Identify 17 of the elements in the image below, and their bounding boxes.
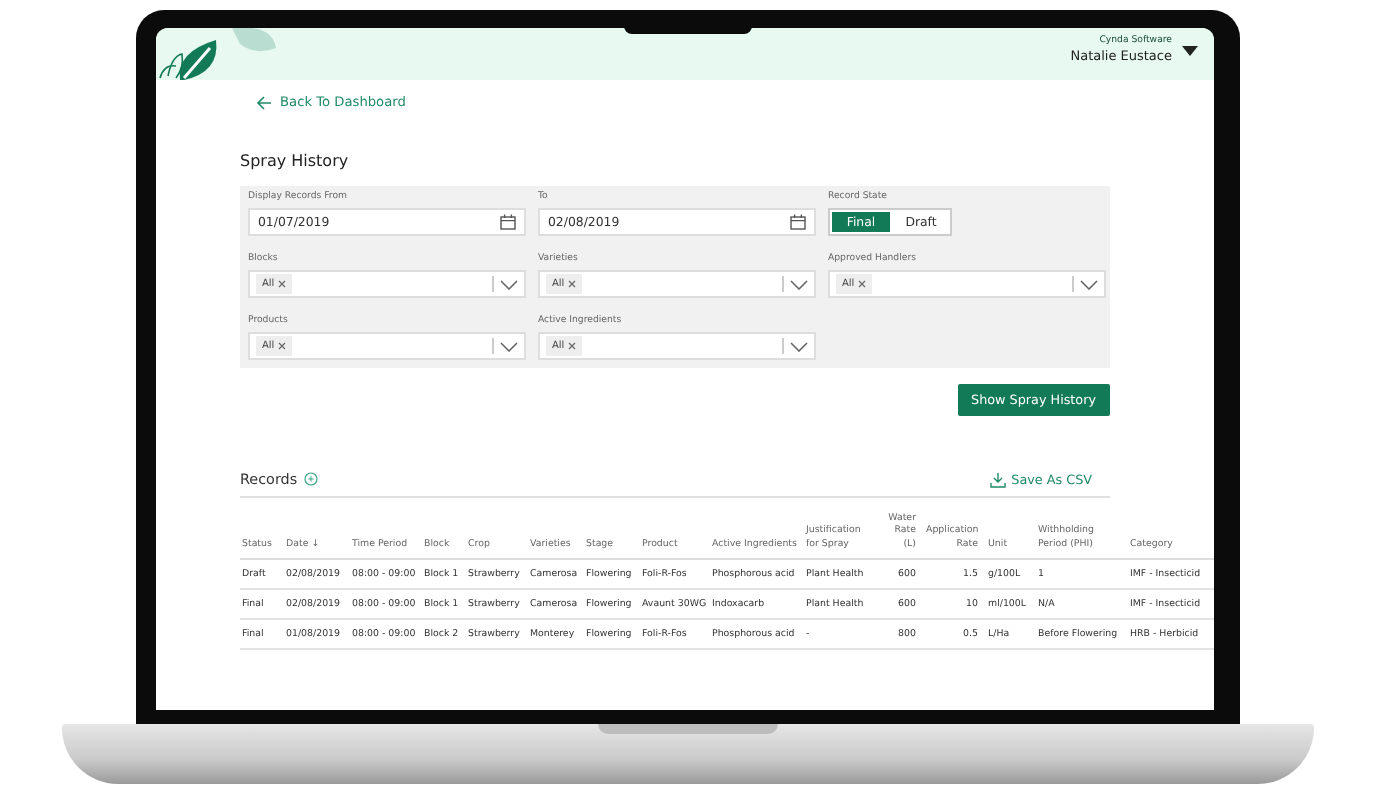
close-icon	[278, 342, 287, 350]
calendar-icon	[790, 214, 806, 230]
chevron-down-icon	[790, 341, 808, 351]
download-icon	[989, 471, 1006, 487]
chevron-down-icon	[500, 279, 518, 289]
close-icon	[858, 280, 867, 288]
chevron-down-icon	[500, 341, 518, 351]
page-title: Spray History	[240, 152, 351, 170]
close-icon	[278, 280, 287, 288]
back-arrow-icon	[256, 95, 272, 109]
close-icon	[568, 342, 577, 350]
chevron-down-icon	[1080, 279, 1098, 289]
caret-icon	[1182, 45, 1198, 55]
circle-icon	[303, 472, 318, 486]
chevron-down-icon	[790, 279, 808, 289]
close-icon	[568, 280, 577, 288]
calendar-icon	[500, 214, 516, 230]
